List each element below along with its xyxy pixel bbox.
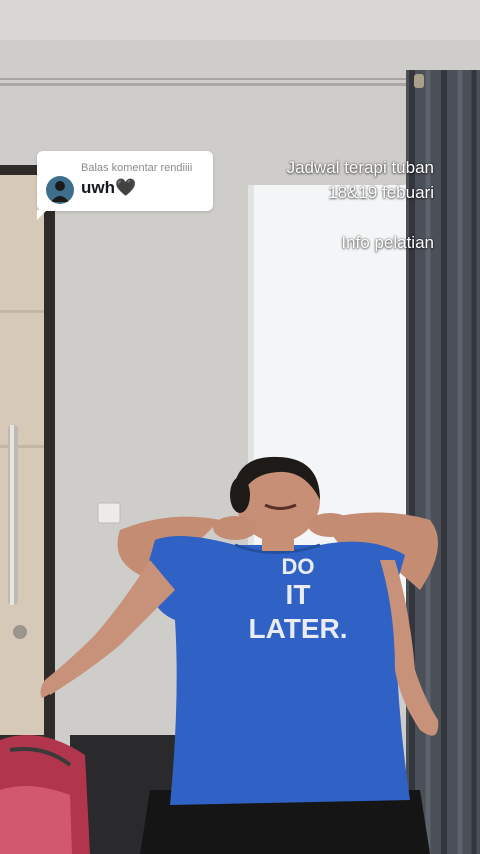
clothes-pile bbox=[0, 735, 90, 854]
caption-line-1: Jadwal terapi tuban bbox=[286, 158, 434, 177]
reply-comment-text: uwh🖤 bbox=[81, 178, 137, 197]
avatar[interactable] bbox=[46, 176, 74, 204]
comment-reply-card[interactable]: Balas komentar rendiiii uwh🖤 bbox=[37, 151, 213, 220]
door bbox=[0, 165, 55, 740]
shirt-print-line-1: DO bbox=[282, 554, 315, 579]
caption-line-3: Info pelatian bbox=[341, 233, 434, 252]
shirt-print-line-3: LATER. bbox=[248, 613, 347, 644]
video-frame: DO IT LATER. bbox=[0, 0, 480, 854]
light-switch bbox=[97, 502, 121, 524]
shirt-print-line-2: IT bbox=[286, 579, 311, 610]
caption-line-2: 18&19 febuari bbox=[328, 183, 434, 202]
curtain-rail bbox=[0, 78, 420, 86]
reply-label: Balas komentar rendiiii bbox=[81, 162, 193, 174]
